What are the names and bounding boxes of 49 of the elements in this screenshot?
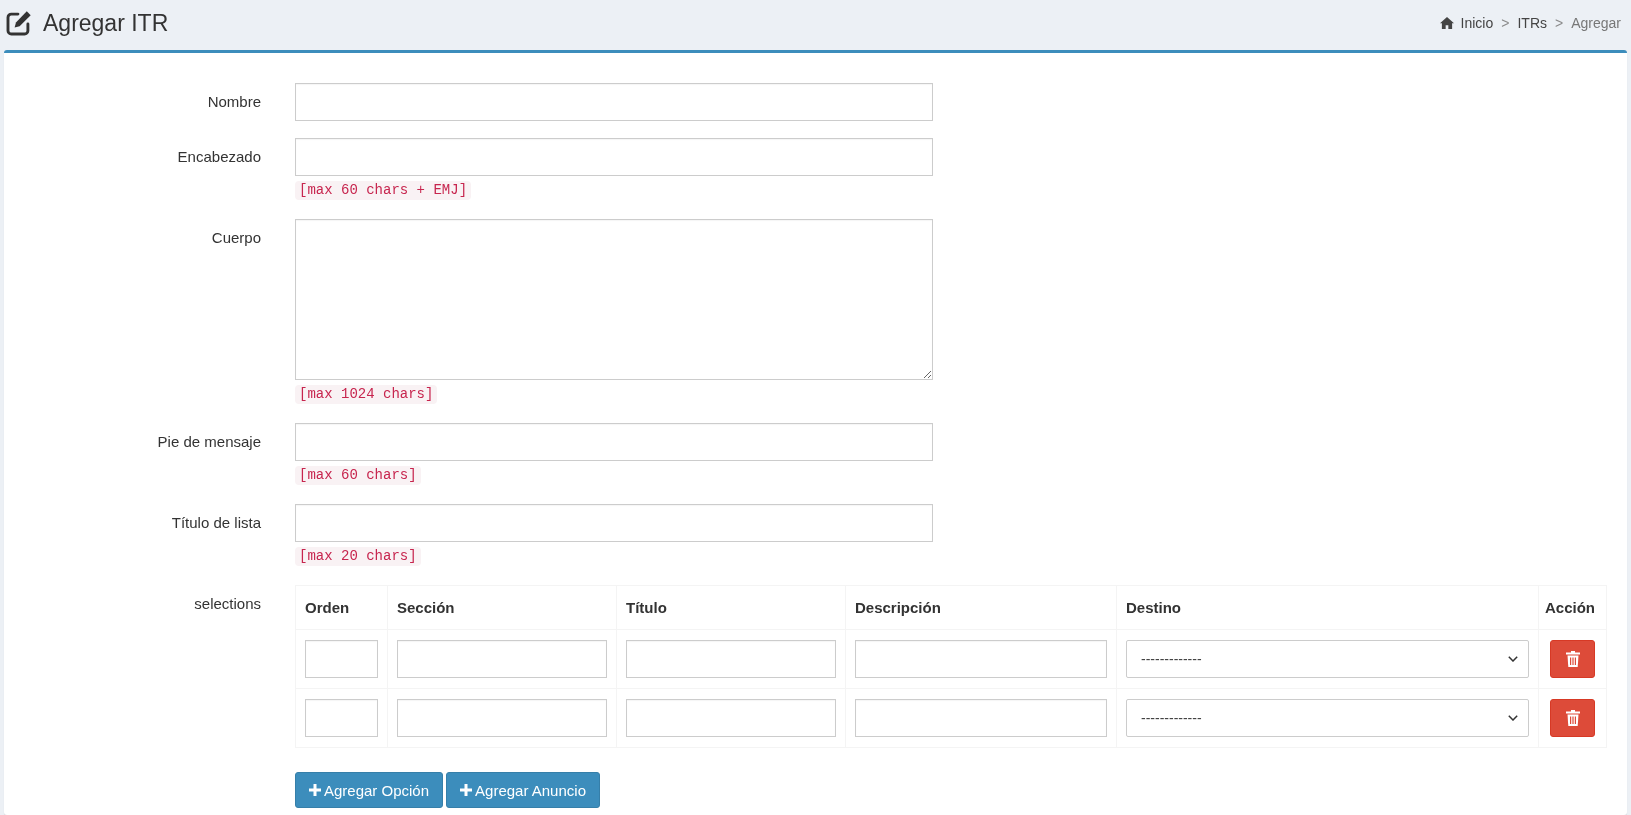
field-label: Encabezado <box>177 148 261 166</box>
column-header: Sección <box>387 585 617 630</box>
text-field[interactable] <box>295 138 933 176</box>
trash-icon <box>1565 651 1580 667</box>
plus-icon <box>460 784 473 796</box>
text-field[interactable] <box>305 640 378 678</box>
char-limit-hint: [max 1024 chars] <box>295 385 438 404</box>
plus-icon <box>309 784 321 796</box>
delete-button[interactable] <box>1550 699 1595 737</box>
text-field[interactable] <box>295 504 933 542</box>
column-header: Destino <box>1116 585 1539 630</box>
field-label: Nombre <box>207 93 261 111</box>
text-field[interactable] <box>397 699 607 737</box>
column-header: Descripción <box>845 585 1117 630</box>
field-label: Título de lista <box>171 514 261 532</box>
text-field[interactable] <box>397 640 607 678</box>
delete-button[interactable] <box>1550 640 1595 678</box>
column-header: Acción <box>1538 585 1607 630</box>
chevron-down-icon <box>1508 656 1518 662</box>
add-button[interactable]: Agregar Opción <box>295 772 444 808</box>
current-page-text: Agregar <box>1571 14 1621 32</box>
text-field[interactable] <box>295 83 933 121</box>
breadcrumb-separator: > <box>1500 14 1511 32</box>
home-icon <box>1439 17 1454 29</box>
breadcrumb-separator: > <box>1554 14 1565 32</box>
trash-icon <box>1565 710 1580 726</box>
edit-icon <box>6 10 31 36</box>
text-field[interactable] <box>305 699 378 737</box>
text-field[interactable] <box>855 699 1107 737</box>
text-field[interactable] <box>855 640 1107 678</box>
column-header: Título <box>616 585 846 630</box>
char-limit-hint: [max 20 chars] <box>295 547 421 566</box>
breadcrumb-link[interactable]: ITRs <box>1517 14 1547 32</box>
field-label: Pie de mensaje <box>157 433 261 451</box>
text-field[interactable] <box>626 640 836 678</box>
column-header: Orden <box>295 585 388 630</box>
text-area[interactable] <box>295 219 933 380</box>
page-title: Agregar ITR <box>43 9 169 37</box>
char-limit-hint: [max 60 chars + EMJ] <box>295 181 472 200</box>
text-field[interactable] <box>626 699 836 737</box>
dropdown-select[interactable]: ------------- <box>1126 699 1529 737</box>
field-label: selections <box>194 595 261 613</box>
chevron-down-icon <box>1508 715 1518 721</box>
char-limit-hint: [max 60 chars] <box>295 466 421 485</box>
dropdown-select[interactable]: ------------- <box>1126 640 1529 678</box>
field-label: Cuerpo <box>211 229 261 247</box>
text-field[interactable] <box>295 423 933 461</box>
add-button[interactable]: Agregar Anuncio <box>446 772 600 808</box>
breadcrumb-link[interactable]: Inicio <box>1439 14 1494 32</box>
